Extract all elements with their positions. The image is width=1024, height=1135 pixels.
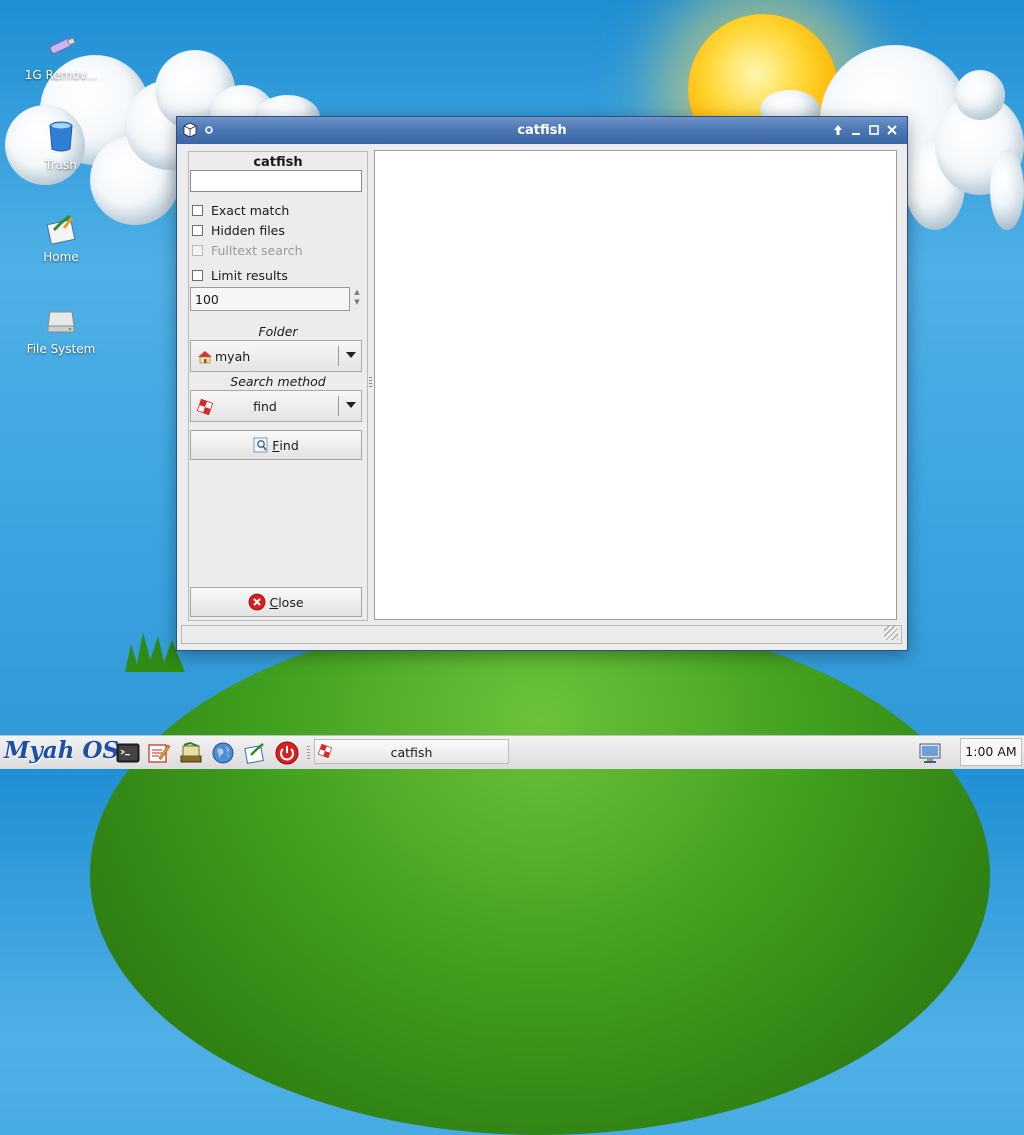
network-monitor-icon[interactable]	[918, 741, 942, 765]
find-label: ind	[279, 437, 299, 453]
folder-value: myah	[215, 349, 251, 364]
spin-down-icon[interactable]: ▼	[352, 297, 362, 307]
desktop-icon-label: File System	[26, 342, 96, 356]
start-menu-logo[interactable]: Myah OS	[4, 737, 119, 764]
combo-separator	[338, 396, 339, 416]
shade-icon[interactable]	[830, 122, 846, 138]
desktop-icon-filesystem[interactable]: File System	[11, 304, 111, 356]
desktop-icon-label: Home	[43, 250, 79, 264]
hidden-files-checkbox[interactable]: Hidden files	[192, 222, 285, 238]
combo-separator	[338, 346, 339, 366]
exact-match-checkbox[interactable]: Exact match	[192, 202, 289, 218]
web-browser-icon[interactable]	[211, 741, 235, 765]
home-folder-icon	[198, 351, 212, 364]
checkbox-box[interactable]	[192, 224, 203, 236]
taskbar: Myah OS catfish 1:00 AM	[0, 735, 1024, 769]
wallpaper-hill	[90, 615, 990, 1135]
text-editor-icon[interactable]	[147, 741, 171, 765]
checkbox-box[interactable]	[192, 204, 203, 216]
folder-combobox[interactable]: myah	[190, 340, 362, 372]
usb-drive-icon	[49, 37, 76, 54]
taskbar-task-catfish[interactable]: catfish	[314, 739, 509, 764]
task-label: catfish	[390, 745, 433, 760]
desktop-icon-label: 1G Remov...	[24, 68, 98, 82]
home-icon	[46, 214, 76, 245]
catfish-window: catfish catfish Exact match Hidden files	[176, 116, 908, 651]
find-mnemonic: F	[272, 437, 280, 453]
close-mnemonic: C	[269, 594, 279, 610]
checkbox-label: Hidden files	[211, 222, 285, 238]
desktop-icon-home[interactable]: Home	[11, 212, 111, 264]
panel-title: catfish	[253, 155, 303, 170]
search-input[interactable]	[190, 170, 362, 192]
trash-icon	[49, 121, 73, 152]
limit-spinbox[interactable]: 100 ▲ ▼	[190, 287, 362, 311]
file-system-icon	[47, 311, 75, 333]
find-button[interactable]: Find	[190, 430, 362, 460]
desktop-icon-label: Trash	[45, 158, 77, 172]
power-icon[interactable]	[275, 741, 299, 765]
resize-grip[interactable]	[884, 626, 898, 640]
window-client: catfish Exact match Hidden files Fulltex…	[177, 144, 907, 650]
checkbox-box[interactable]	[192, 269, 203, 281]
find-icon	[253, 437, 268, 453]
folder-label: Folder	[258, 324, 298, 339]
maximize-icon[interactable]	[866, 122, 882, 138]
search-method-combobox[interactable]: find	[190, 390, 362, 422]
results-list[interactable]	[374, 150, 897, 620]
search-method-value: find	[253, 399, 277, 414]
clock[interactable]: 1:00 AM	[960, 738, 1022, 766]
close-button[interactable]: Close	[190, 587, 362, 617]
spin-up-icon[interactable]: ▲	[352, 287, 362, 297]
close-circle-icon	[249, 593, 266, 611]
status-bar	[181, 625, 902, 644]
taskbar-handle[interactable]	[307, 746, 310, 760]
search-method-label: Search method	[230, 374, 326, 389]
window-title: catfish	[517, 123, 567, 138]
file-manager-icon[interactable]	[179, 741, 203, 765]
close-icon[interactable]	[884, 122, 900, 138]
limit-results-checkbox[interactable]: Limit results	[192, 267, 288, 283]
desktop-icon-removable[interactable]: 1G Remov...	[11, 30, 111, 82]
fulltext-search-checkbox: Fulltext search	[192, 242, 303, 258]
checkbox-box	[192, 244, 203, 256]
desktop-icon-trash[interactable]: Trash	[11, 120, 111, 172]
close-label: lose	[278, 594, 304, 610]
checkbox-label: Exact match	[211, 202, 290, 218]
minimize-icon[interactable]	[848, 122, 864, 138]
chevron-down-icon[interactable]	[346, 352, 356, 358]
notes-icon[interactable]	[243, 741, 267, 765]
limit-value[interactable]: 100	[190, 287, 350, 311]
checkbox-label: Fulltext search	[211, 242, 303, 258]
window-titlebar[interactable]: catfish	[177, 117, 907, 144]
checkbox-label: Limit results	[211, 267, 288, 283]
search-sidepanel: catfish Exact match Hidden files Fulltex…	[188, 151, 368, 621]
chevron-down-icon[interactable]	[346, 402, 356, 408]
pane-splitter[interactable]	[369, 377, 372, 389]
terminal-icon[interactable]	[116, 741, 140, 765]
spin-arrows[interactable]: ▲ ▼	[352, 287, 362, 311]
